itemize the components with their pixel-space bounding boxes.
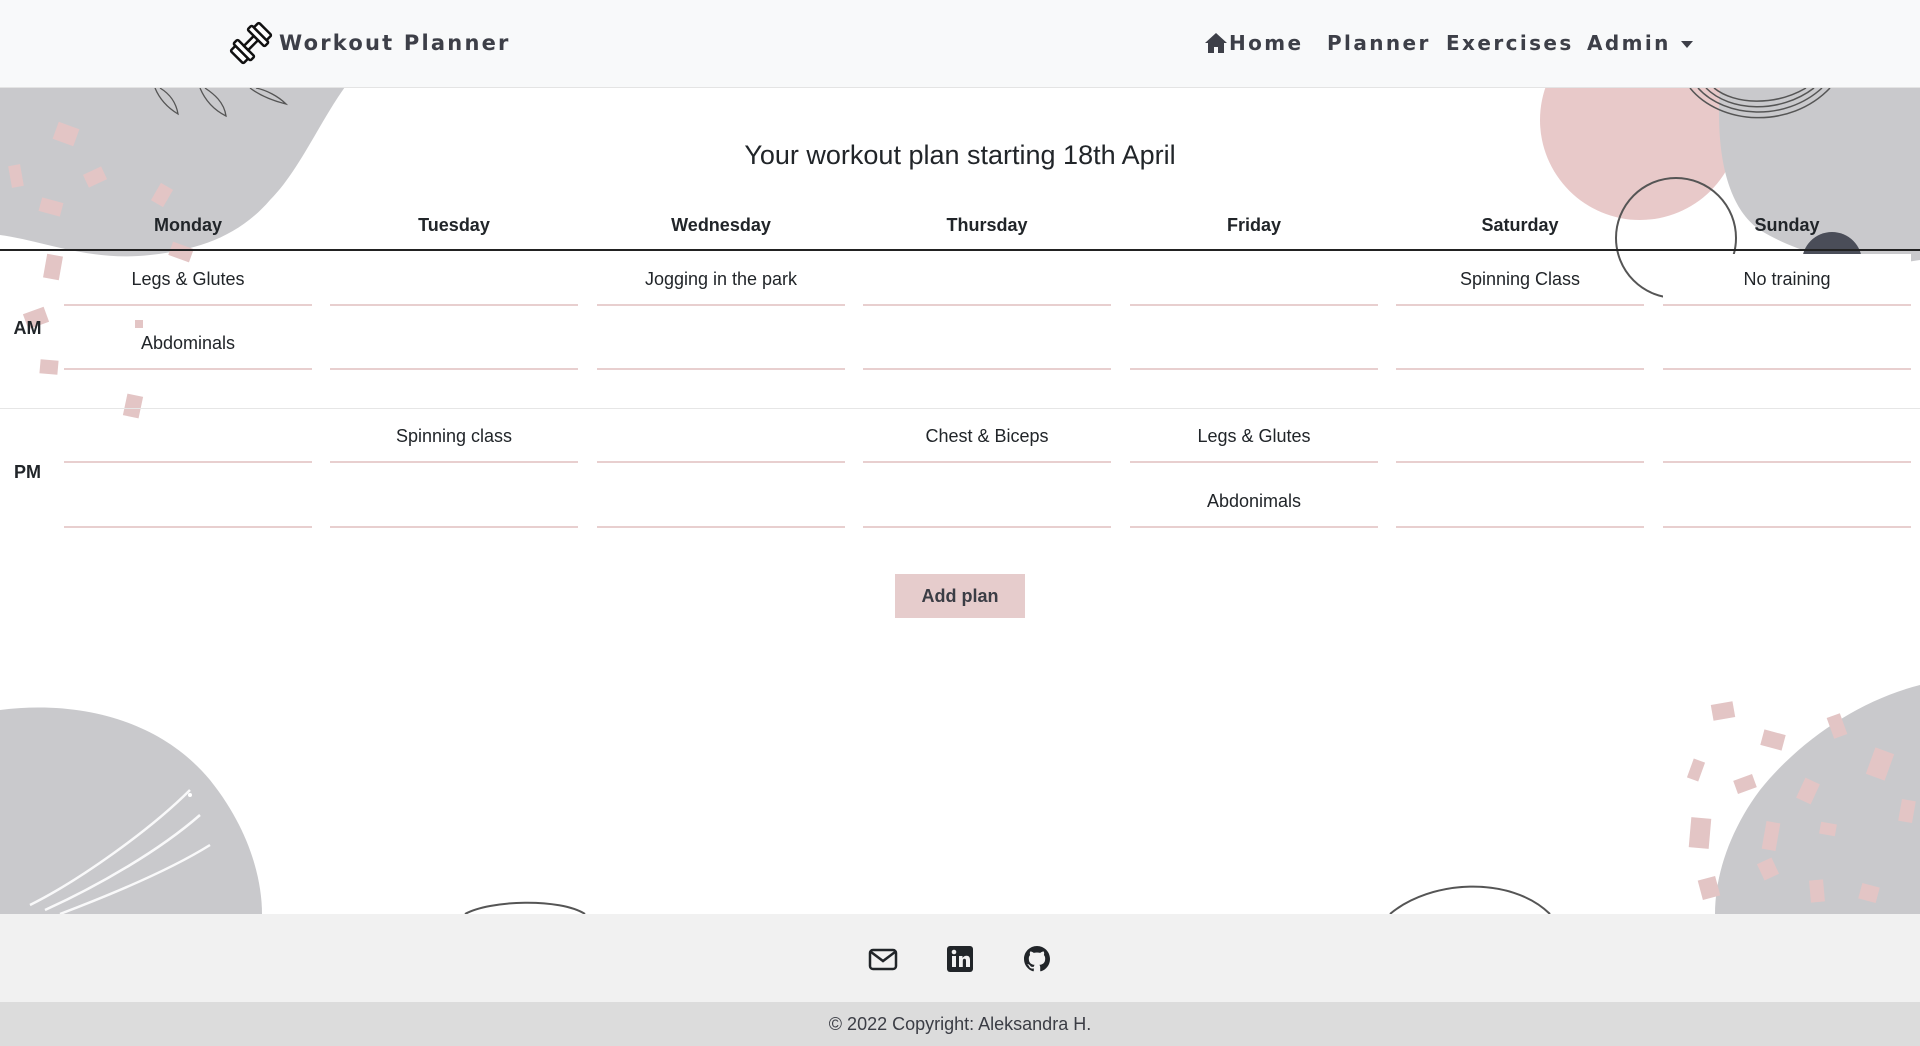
caret-down-icon <box>1680 40 1693 48</box>
slot-am-thursday-1[interactable] <box>863 254 1111 306</box>
slot-pm-saturday-1[interactable] <box>1396 411 1644 463</box>
add-plan-button[interactable]: Add plan <box>895 574 1025 618</box>
envelope-icon[interactable] <box>868 944 898 974</box>
day-header-saturday: Saturday <box>1481 215 1559 235</box>
slot-am-thursday-2[interactable] <box>863 318 1111 370</box>
footer-social <box>0 914 1920 1002</box>
linkedin-icon[interactable] <box>945 944 975 974</box>
slot-am-saturday-2[interactable] <box>1396 318 1644 370</box>
copyright-bar: © 2022 Copyright: Aleksandra H. <box>0 1002 1920 1046</box>
slot-pm-monday-2[interactable] <box>64 476 312 528</box>
slot-pm-monday-1[interactable] <box>64 411 312 463</box>
slot-am-tuesday-1[interactable] <box>330 254 578 306</box>
slot-am-saturday-1[interactable]: Spinning Class <box>1396 254 1644 306</box>
header-divider <box>0 249 1920 251</box>
slot-am-sunday-1[interactable]: No training <box>1663 254 1911 306</box>
day-header-monday: Monday <box>153 215 222 235</box>
nav-home-link[interactable]: Home <box>1204 29 1303 57</box>
slot-am-friday-1[interactable] <box>1130 254 1378 306</box>
slot-pm-wednesday-1[interactable] <box>597 411 845 463</box>
day-headers: Monday Tuesday Wednesday Thursday Friday… <box>0 210 1920 250</box>
slot-am-wednesday-2[interactable] <box>597 318 845 370</box>
period-label-am: AM <box>13 318 42 338</box>
section-divider <box>0 408 1920 409</box>
nav-home-label: Home <box>1229 31 1304 55</box>
page-title: Your workout plan starting 18th April <box>744 140 1176 170</box>
slot-pm-thursday-2[interactable] <box>863 476 1111 528</box>
slot-pm-thursday-1[interactable]: Chest & Biceps <box>863 411 1111 463</box>
slot-pm-friday-1[interactable]: Legs & Glutes <box>1130 411 1378 463</box>
slot-am-monday-1[interactable]: Legs & Glutes <box>64 254 312 306</box>
slot-am-tuesday-2[interactable] <box>330 318 578 370</box>
home-icon <box>1205 33 1227 53</box>
github-icon[interactable] <box>1022 944 1052 974</box>
slot-pm-wednesday-2[interactable] <box>597 476 845 528</box>
nav-exercises-link[interactable]: Exercises <box>1446 29 1574 57</box>
slot-pm-tuesday-2[interactable] <box>330 476 578 528</box>
day-header-sunday: Sunday <box>1754 215 1820 235</box>
day-header-tuesday: Tuesday <box>418 215 490 235</box>
slot-pm-tuesday-1[interactable]: Spinning class <box>330 411 578 463</box>
slot-am-friday-2[interactable] <box>1130 318 1378 370</box>
slot-pm-sunday-2[interactable] <box>1663 476 1911 528</box>
nav-admin-dropdown[interactable]: Admin <box>1587 29 1693 57</box>
slot-pm-sunday-1[interactable] <box>1663 411 1911 463</box>
nav-admin-label: Admin <box>1587 31 1671 55</box>
slot-am-monday-2[interactable]: Abdominals <box>64 318 312 370</box>
slot-pm-friday-2[interactable]: Abdonimals <box>1130 476 1378 528</box>
slot-am-sunday-2[interactable] <box>1663 318 1911 370</box>
copyright-text: © 2022 Copyright: Aleksandra H. <box>828 1014 1092 1034</box>
nav-links: Home Planner Exercises Admin <box>0 0 1920 87</box>
slot-pm-saturday-2[interactable] <box>1396 476 1644 528</box>
slot-am-wednesday-1[interactable]: Jogging in the park <box>597 254 845 306</box>
nav-planner-link[interactable]: Planner <box>1327 29 1431 57</box>
day-header-friday: Friday <box>1226 215 1282 235</box>
day-header-wednesday: Wednesday <box>671 215 771 235</box>
day-header-thursday: Thursday <box>946 215 1028 235</box>
navbar: Workout Planner Home Planner Exercises A… <box>0 0 1920 88</box>
period-label-pm: PM <box>14 462 41 482</box>
